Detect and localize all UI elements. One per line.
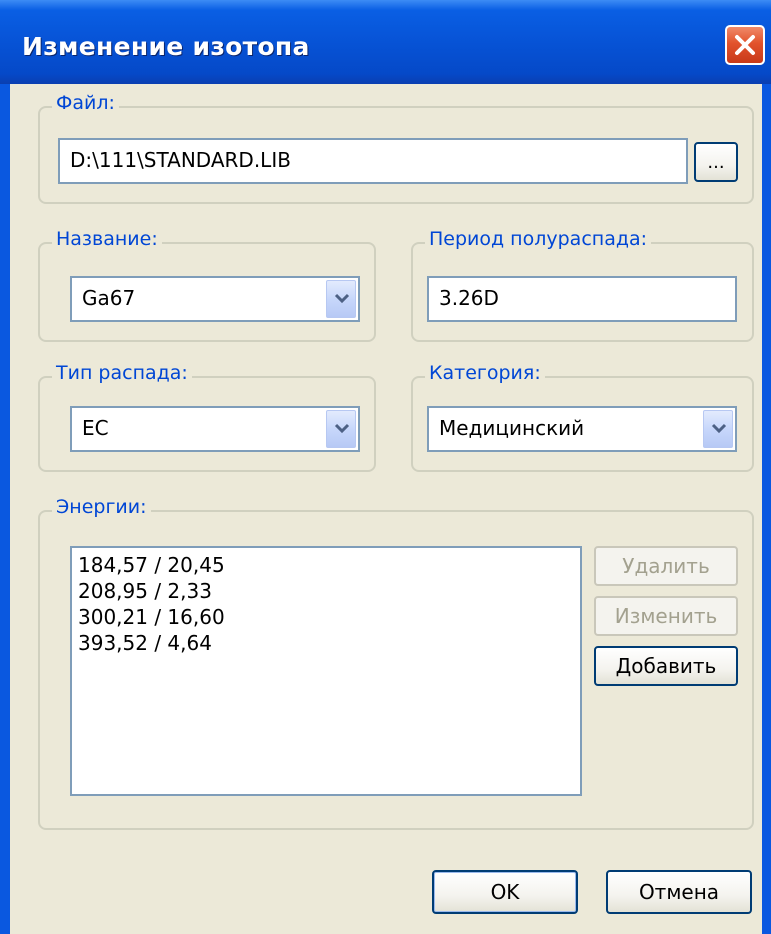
category-combobox[interactable]: Медицинский [427, 406, 737, 452]
name-legend: Название: [52, 228, 162, 250]
chevron-down-icon [711, 423, 727, 434]
file-group: Файл: D:\111\STANDARD.LIB ... [38, 92, 754, 204]
list-item[interactable]: 393,52 / 4,64 [78, 630, 574, 656]
close-button[interactable] [725, 25, 765, 65]
half-life-field[interactable]: 3.26D [427, 276, 737, 322]
chevron-down-icon [334, 423, 350, 434]
edit-button[interactable]: Изменить [594, 596, 738, 636]
category-legend: Категория: [425, 362, 545, 384]
list-item[interactable]: 184,57 / 20,45 [78, 552, 574, 578]
half-life-legend: Период полураспада: [425, 228, 652, 250]
name-combobox-value: Ga67 [82, 286, 136, 310]
close-icon [735, 35, 755, 55]
delete-button[interactable]: Удалить [594, 546, 738, 586]
name-combobox[interactable]: Ga67 [70, 276, 360, 322]
dialog-window: Изменение изотопа Файл: D:\111\STANDARD.… [0, 0, 771, 934]
file-path-field[interactable]: D:\111\STANDARD.LIB [58, 138, 688, 184]
decay-type-legend: Тип распада: [52, 362, 192, 384]
name-combobox-arrow[interactable] [326, 280, 356, 318]
decay-type-combobox[interactable]: EC [70, 406, 360, 452]
browse-button[interactable]: ... [694, 142, 738, 182]
cancel-button[interactable]: Отмена [606, 870, 752, 914]
title-bar[interactable]: Изменение изотопа [0, 0, 771, 84]
list-item[interactable]: 208,95 / 2,33 [78, 578, 574, 604]
decay-type-combobox-value: EC [82, 416, 109, 440]
energies-listbox[interactable]: 184,57 / 20,45 208,95 / 2,33 300,21 / 16… [70, 546, 582, 796]
add-button[interactable]: Добавить [594, 646, 738, 686]
category-combobox-arrow[interactable] [703, 410, 733, 448]
file-legend: Файл: [52, 92, 119, 114]
half-life-group: Период полураспада: 3.26D [411, 228, 754, 342]
list-item[interactable]: 300,21 / 16,60 [78, 604, 574, 630]
chevron-down-icon [334, 293, 350, 304]
ok-button[interactable]: OK [432, 870, 578, 914]
energies-group: Энергии: 184,57 / 20,45 208,95 / 2,33 30… [38, 496, 754, 830]
dialog-body: Файл: D:\111\STANDARD.LIB ... Название: … [10, 84, 762, 934]
decay-type-group: Тип распада: EC [38, 362, 376, 472]
name-group: Название: Ga67 [38, 228, 376, 342]
decay-type-combobox-arrow[interactable] [326, 410, 356, 448]
energies-legend: Энергии: [52, 496, 151, 518]
category-combobox-value: Медицинский [439, 416, 585, 440]
category-group: Категория: Медицинский [411, 362, 754, 472]
window-title: Изменение изотопа [22, 32, 310, 61]
